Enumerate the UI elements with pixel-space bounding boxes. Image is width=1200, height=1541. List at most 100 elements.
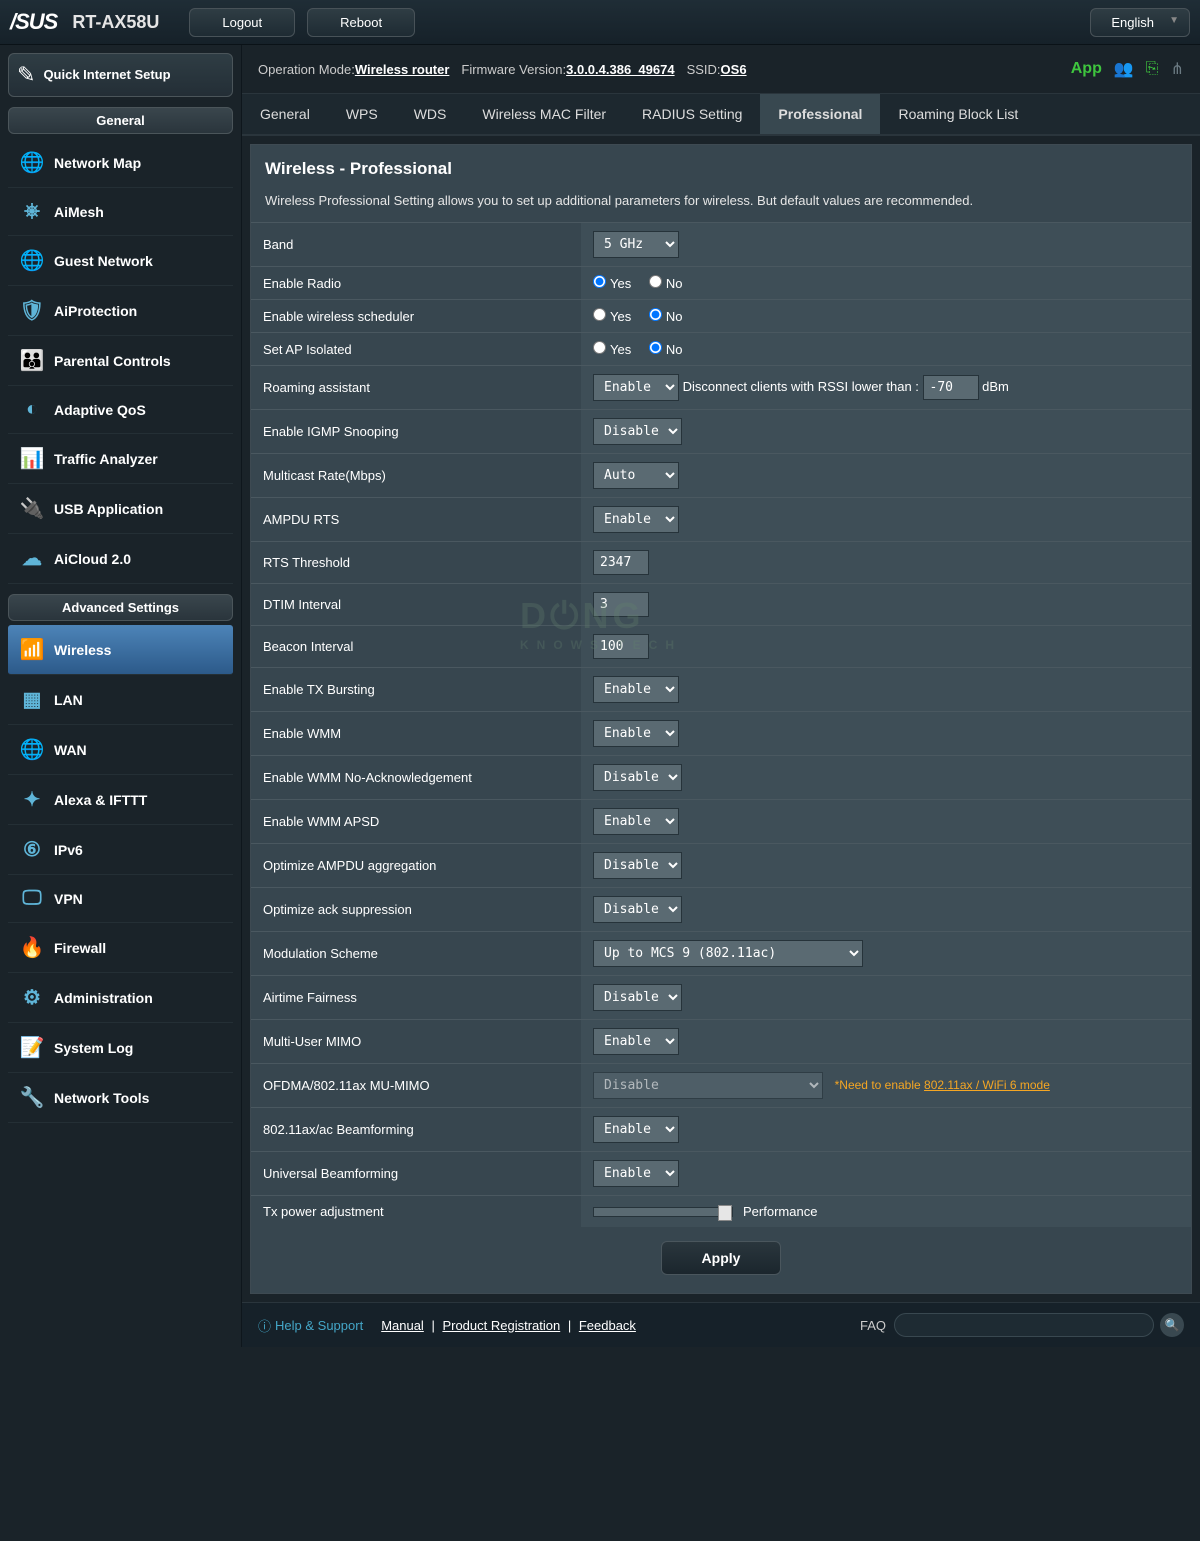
tab-roaming-block-list[interactable]: Roaming Block List — [880, 94, 1036, 134]
sidebar-item-wireless[interactable]: 📶Wireless — [8, 625, 233, 675]
nav-icon: ▦ — [18, 687, 46, 712]
rts-label: RTS Threshold — [251, 542, 581, 584]
beacon-input[interactable] — [593, 634, 649, 659]
enable-radio-yes[interactable] — [593, 275, 606, 288]
scheduler-no[interactable] — [649, 308, 662, 321]
opt-ack-label: Optimize ack suppression — [251, 888, 581, 932]
sidebar-item-aiprotection[interactable]: 🛡AiProtection — [8, 286, 233, 336]
aimesh-icon[interactable]: ⎘ — [1146, 60, 1159, 78]
sidebar-item-usb-application[interactable]: 🔌USB Application — [8, 484, 233, 534]
wmm-noack-select[interactable]: Disable — [593, 764, 682, 791]
nav-icon: 👪 — [18, 348, 46, 373]
usb-icon[interactable]: ⋔ — [1171, 59, 1184, 79]
faq-search-input[interactable] — [894, 1313, 1154, 1337]
logout-button[interactable]: Logout — [189, 8, 295, 37]
roaming-select[interactable]: Enable — [593, 374, 679, 401]
footer-link-product-registration[interactable]: Product Registration — [442, 1318, 560, 1333]
app-link[interactable]: App — [1071, 60, 1102, 78]
page-title: Wireless - Professional — [251, 145, 1191, 189]
wmm-apsd-label: Enable WMM APSD — [251, 800, 581, 844]
footer-link-manual[interactable]: Manual — [381, 1318, 424, 1333]
igmp-select[interactable]: Disable — [593, 418, 682, 445]
multicast-select[interactable]: Auto — [593, 462, 679, 489]
ssid-link[interactable]: OS6 — [721, 62, 747, 77]
sidebar-item-alexa-ifttt[interactable]: ✦Alexa & IFTTT — [8, 775, 233, 825]
nav-icon: ⑥ — [18, 837, 46, 862]
fw-label: Firmware Version: — [461, 62, 566, 77]
quick-internet-setup-button[interactable]: ✎ Quick Internet Setup — [8, 53, 233, 97]
dtim-input[interactable] — [593, 592, 649, 617]
tab-general[interactable]: General — [242, 94, 328, 134]
apply-button[interactable]: Apply — [661, 1241, 782, 1275]
language-select[interactable]: English — [1090, 8, 1190, 37]
tab-wps[interactable]: WPS — [328, 94, 396, 134]
sidebar-item-wan[interactable]: 🌐WAN — [8, 725, 233, 775]
enable-radio-group[interactable]: Yes No — [593, 276, 696, 291]
enable-radio-no[interactable] — [649, 275, 662, 288]
scheduler-yes[interactable] — [593, 308, 606, 321]
opt-ampdu-label: Optimize AMPDU aggregation — [251, 844, 581, 888]
band-select[interactable]: 5 GHz — [593, 231, 679, 258]
modulation-select[interactable]: Up to MCS 9 (802.11ac) — [593, 940, 863, 967]
airtime-select[interactable]: Disable — [593, 984, 682, 1011]
sidebar-item-traffic-analyzer[interactable]: 📊Traffic Analyzer — [8, 434, 233, 484]
roaming-rssi-input[interactable] — [923, 375, 979, 400]
nav-icon: 🖵 — [18, 887, 46, 910]
nav-icon: 📊 — [18, 446, 46, 471]
beamforming-u-select[interactable]: Enable — [593, 1160, 679, 1187]
roaming-label: Roaming assistant — [251, 366, 581, 410]
sidebar-item-system-log[interactable]: 📝System Log — [8, 1023, 233, 1073]
dtim-label: DTIM Interval — [251, 584, 581, 626]
sidebar-item-administration[interactable]: ⚙Administration — [8, 973, 233, 1023]
faq-label: FAQ — [860, 1318, 886, 1333]
sidebar-item-ipv6[interactable]: ⑥IPv6 — [8, 825, 233, 875]
rts-input[interactable] — [593, 550, 649, 575]
nav-icon: ⚙ — [18, 985, 46, 1010]
reboot-button[interactable]: Reboot — [307, 8, 415, 37]
ssid-label: SSID: — [687, 62, 721, 77]
footer-link-feedback[interactable]: Feedback — [579, 1318, 636, 1333]
op-mode-link[interactable]: Wireless router — [355, 62, 450, 77]
fw-link[interactable]: 3.0.0.4.386_49674 — [566, 62, 674, 77]
tx-burst-select[interactable]: Enable — [593, 676, 679, 703]
ampdu-rts-label: AMPDU RTS — [251, 498, 581, 542]
sidebar-item-vpn[interactable]: 🖵VPN — [8, 875, 233, 923]
tab-wds[interactable]: WDS — [396, 94, 465, 134]
sidebar-item-aimesh[interactable]: ⎈AiMesh — [8, 188, 233, 236]
sidebar-item-parental-controls[interactable]: 👪Parental Controls — [8, 336, 233, 386]
ap-isolated-group[interactable]: Yes No — [593, 342, 696, 357]
sidebar-item-firewall[interactable]: 🔥Firewall — [8, 923, 233, 973]
tab-wireless-mac-filter[interactable]: Wireless MAC Filter — [464, 94, 624, 134]
wmm-select[interactable]: Enable — [593, 720, 679, 747]
sidebar-item-lan[interactable]: ▦LAN — [8, 675, 233, 725]
ampdu-rts-select[interactable]: Enable — [593, 506, 679, 533]
scheduler-group[interactable]: Yes No — [593, 309, 696, 324]
sidebar-section-advanced: Advanced Settings — [8, 594, 233, 621]
roaming-unit: dBm — [982, 379, 1009, 394]
beamforming-ax-select[interactable]: Enable — [593, 1116, 679, 1143]
sidebar-item-aicloud-2-0[interactable]: ☁AiCloud 2.0 — [8, 534, 233, 584]
search-icon[interactable]: 🔍 — [1160, 1313, 1184, 1337]
ap-isolated-no[interactable] — [649, 341, 662, 354]
tx-power-slider[interactable] — [593, 1207, 733, 1217]
mumimo-select[interactable]: Enable — [593, 1028, 679, 1055]
wmm-apsd-select[interactable]: Enable — [593, 808, 679, 835]
sidebar-item-adaptive-qos[interactable]: ◐Adaptive QoS — [8, 386, 233, 434]
modulation-label: Modulation Scheme — [251, 932, 581, 976]
nav-icon: ✦ — [18, 787, 46, 812]
opt-ack-select[interactable]: Disable — [593, 896, 682, 923]
sidebar-item-network-tools[interactable]: 🔧Network Tools — [8, 1073, 233, 1123]
tab-professional[interactable]: Professional — [760, 94, 880, 134]
sidebar-item-network-map[interactable]: 🌐Network Map — [8, 138, 233, 188]
band-label: Band — [251, 223, 581, 267]
help-support-link[interactable]: Help & Support — [275, 1318, 363, 1333]
sidebar-item-guest-network[interactable]: 🌐Guest Network — [8, 236, 233, 286]
igmp-label: Enable IGMP Snooping — [251, 410, 581, 454]
ap-isolated-yes[interactable] — [593, 341, 606, 354]
slider-thumb[interactable] — [718, 1205, 732, 1221]
opt-ampdu-select[interactable]: Disable — [593, 852, 682, 879]
beacon-label: Beacon Interval — [251, 626, 581, 668]
users-icon[interactable]: 👥 — [1114, 59, 1134, 79]
ofdma-note-link[interactable]: 802.11ax / WiFi 6 mode — [924, 1078, 1050, 1092]
tab-radius-setting[interactable]: RADIUS Setting — [624, 94, 760, 134]
